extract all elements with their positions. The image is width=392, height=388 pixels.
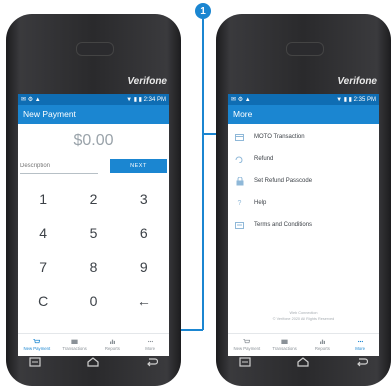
key-3[interactable]: 3 (119, 182, 169, 216)
status-left-icons: ✉ ⚙ ▲ (21, 97, 41, 103)
tab-label: New Payment (23, 346, 51, 351)
menu-item-label: Terms and Conditions (254, 222, 313, 228)
hardware-nav-bar (216, 352, 391, 372)
footer-note: Web Connection © Verifone 2020 All Right… (228, 310, 379, 322)
menu-item-label: Refund (254, 156, 274, 162)
cart-icon (243, 339, 251, 344)
key-2[interactable]: 2 (68, 182, 118, 216)
page-title: More (228, 105, 379, 124)
tab-label: Reports (104, 346, 120, 351)
status-bar: ✉ ⚙ ▲ ▼ ▮ ▮ 2:34 PM (18, 94, 169, 105)
home-icon (87, 357, 100, 367)
bar-chart-icon (109, 339, 115, 344)
numeric-keypad: 1 2 3 4 5 6 7 8 9 C 0 ← (18, 182, 169, 318)
amount-display: $0.00 (73, 132, 114, 149)
home-button[interactable] (86, 356, 100, 368)
menu-item-moto-transaction[interactable]: MOTO Transaction (228, 126, 379, 148)
payment-terminal-right: Verifone ✉ ⚙ ▲ ▼ ▮ ▮ 2:35 PM More MOTO T… (216, 14, 391, 386)
brand-logo: Verifone (337, 76, 377, 87)
next-button[interactable]: NEXT (110, 159, 167, 173)
menu-item-label: Help (254, 200, 267, 206)
callout-line-vertical (202, 19, 204, 330)
back-button[interactable] (145, 356, 159, 368)
key-5[interactable]: 5 (68, 216, 118, 250)
menu-item-terms-and-conditions[interactable]: Terms and Conditions (228, 214, 379, 236)
keypad-row: 7 8 9 (18, 250, 169, 284)
footer-line: © Verifone 2020 All Rights Reserved (272, 317, 335, 321)
payment-terminal-left: Verifone ✉ ⚙ ▲ ▼ ▮ ▮ 2:34 PM New Payment… (6, 14, 181, 386)
menu-button[interactable] (238, 356, 252, 368)
key-4[interactable]: 4 (18, 216, 68, 250)
bar-chart-icon (319, 339, 325, 344)
key-7[interactable]: 7 (18, 250, 68, 284)
hardware-nav-bar (6, 352, 181, 372)
speaker-grille (285, 42, 324, 56)
callout-number-badge: 1 (195, 3, 211, 19)
keypad-row: 1 2 3 (18, 182, 169, 216)
menu-button[interactable] (28, 356, 42, 368)
callout-number: 1 (200, 5, 206, 17)
home-icon (297, 357, 310, 367)
tab-label: Transactions (62, 346, 87, 351)
key-1[interactable]: 1 (18, 182, 68, 216)
brand-logo: Verifone (127, 76, 167, 87)
home-button[interactable] (296, 356, 310, 368)
key-6[interactable]: 6 (119, 216, 169, 250)
cart-icon (33, 339, 41, 344)
menu-item-refund[interactable]: Refund (228, 148, 379, 170)
more-dots-icon (147, 340, 153, 343)
tab-label: New Payment (233, 346, 261, 351)
document-icon (235, 221, 244, 229)
menu-item-label: MOTO Transaction (254, 134, 305, 140)
tab-label: Transactions (272, 346, 297, 351)
more-dots-icon (357, 340, 363, 343)
status-right: ▼ ▮ ▮ 2:35 PM (336, 97, 376, 103)
description-input[interactable] (20, 158, 98, 174)
status-left-icons: ✉ ⚙ ▲ (231, 97, 251, 103)
card-icon (235, 133, 244, 141)
keypad-row: C 0 ← (18, 284, 169, 318)
back-icon (146, 358, 158, 367)
tab-label: More (145, 346, 156, 351)
menu-item-set-refund-passcode[interactable]: Set Refund Passcode (228, 170, 379, 192)
page-title: New Payment (18, 105, 169, 124)
menu-item-help[interactable]: ? Help (228, 192, 379, 214)
status-bar: ✉ ⚙ ▲ ▼ ▮ ▮ 2:35 PM (228, 94, 379, 105)
key-clear[interactable]: C (18, 284, 68, 318)
status-time: 2:34 PM (143, 97, 166, 103)
keypad-row: 4 5 6 (18, 216, 169, 250)
back-button[interactable] (355, 356, 369, 368)
tab-label: More (355, 346, 366, 351)
key-0[interactable]: 0 (68, 284, 118, 318)
more-screen: ✉ ⚙ ▲ ▼ ▮ ▮ 2:35 PM More MOTO Transactio… (228, 94, 379, 356)
new-payment-screen: ✉ ⚙ ▲ ▼ ▮ ▮ 2:34 PM New Payment $0.00 NE… (18, 94, 169, 356)
key-backspace[interactable]: ← (119, 284, 169, 318)
description-row: NEXT (18, 158, 169, 174)
back-icon (356, 358, 368, 367)
tab-label: Reports (314, 346, 330, 351)
menu-item-label: Set Refund Passcode (254, 178, 313, 184)
refund-icon (235, 155, 244, 163)
key-8[interactable]: 8 (68, 250, 118, 284)
menu-icon (29, 357, 41, 367)
menu-icon (239, 357, 251, 367)
key-9[interactable]: 9 (119, 250, 169, 284)
lock-icon (235, 176, 244, 185)
speaker-grille (75, 42, 114, 56)
status-right: ▼ ▮ ▮ 2:34 PM (126, 97, 166, 103)
folder-icon (71, 339, 78, 344)
status-time: 2:35 PM (353, 97, 376, 103)
help-icon: ? (237, 199, 242, 207)
folder-icon (281, 339, 288, 344)
